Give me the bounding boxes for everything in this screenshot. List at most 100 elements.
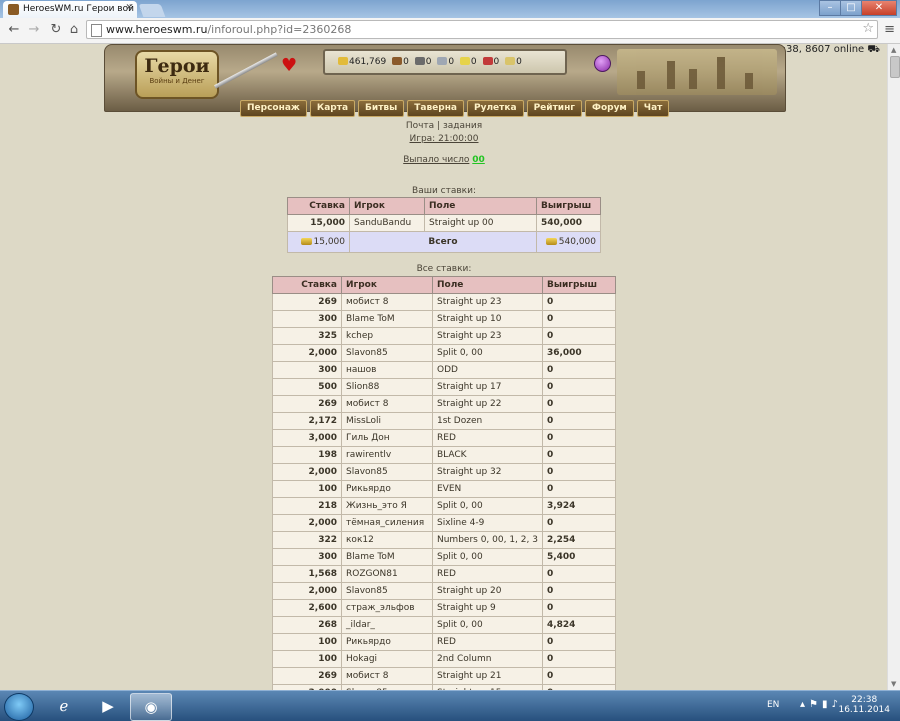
win-cell: 2,254 (541, 531, 617, 549)
stake-cell: 2,172 (272, 412, 342, 430)
nav-tavern[interactable]: Таверна (407, 100, 464, 117)
field-cell: Straight up 20 (432, 582, 543, 600)
mercury-icon (437, 57, 448, 65)
scroll-down-icon[interactable]: ▼ (891, 680, 896, 688)
close-window-icon[interactable]: ✕ (861, 0, 897, 16)
new-tab-button[interactable] (138, 4, 166, 17)
nav-chat[interactable]: Чат (636, 100, 670, 117)
nav-character[interactable]: Персонаж (240, 100, 307, 117)
forward-arrow-icon[interactable]: → (26, 22, 42, 38)
reload-icon[interactable]: ↻ (48, 22, 64, 38)
start-button[interactable] (4, 693, 34, 721)
field-cell: Straight up 9 (432, 599, 543, 617)
win-cell: 0 (541, 582, 617, 600)
result-label[interactable]: Выпало число (403, 155, 469, 165)
player-cell[interactable]: rawirentlv (341, 446, 433, 464)
total-row: 15,000 Всего 540,000 (287, 231, 601, 253)
address-bar[interactable]: www.heroeswm.ru/inforoul.php?id=2360268 … (86, 20, 878, 39)
player-cell[interactable]: нашов (341, 361, 433, 379)
player-cell[interactable]: Blame ToM (341, 548, 433, 566)
system-clock[interactable]: 22:38 16.11.2014 (838, 695, 890, 715)
result-row: Выпало число 00 (0, 155, 888, 165)
col-win: Выигрыш (541, 276, 617, 294)
col-field: Поле (424, 197, 537, 215)
player-cell[interactable]: kchep (341, 327, 433, 345)
window-controls: – □ ✕ (819, 0, 897, 16)
player-cell[interactable]: MissLoli (341, 412, 433, 430)
home-icon[interactable]: ⌂ (66, 22, 82, 38)
player-cell[interactable]: _ildar_ (341, 616, 433, 634)
player-cell[interactable]: Рикьярдо (341, 633, 433, 651)
tab-close-icon[interactable]: ✕ (125, 3, 133, 13)
nav-forum[interactable]: Форум (585, 100, 634, 117)
field-cell: RED (432, 633, 543, 651)
tray-icons[interactable]: ▴⚑▮♪ (800, 699, 842, 710)
player-cell[interactable]: мобист 8 (341, 667, 433, 685)
player-cell[interactable]: тёмная_силения (341, 514, 433, 532)
col-player: Игрок (341, 276, 433, 294)
total-stake-cell: 15,000 (287, 231, 350, 253)
win-cell: 0 (541, 327, 617, 345)
stake-cell: 2,000 (272, 582, 342, 600)
win-cell: 0 (541, 293, 617, 311)
result-number: 00 (472, 155, 485, 165)
tasks-link[interactable]: задания (443, 121, 482, 131)
clock-date: 16.11.2014 (838, 705, 890, 715)
scrollbar-thumb[interactable] (890, 56, 900, 78)
stake-cell: 300 (272, 361, 342, 379)
field-cell: EVEN (432, 480, 543, 498)
player-cell[interactable]: Blame ToM (341, 310, 433, 328)
table-row: 2,600 страж_эльфов Straight up 90 (272, 599, 617, 617)
player-cell[interactable]: Slion88 (341, 378, 433, 396)
minimize-icon[interactable]: – (819, 0, 841, 16)
player-cell[interactable]: Slavon85 (341, 582, 433, 600)
player-cell[interactable]: Hokagi (341, 650, 433, 668)
mail-link[interactable]: Почта (406, 121, 434, 131)
gems-icon (505, 57, 516, 65)
player-cell[interactable]: ROZGON81 (341, 565, 433, 583)
field-cell: RED (432, 565, 543, 583)
resources-panel: 461,769 0 0 0 0 0 0 (323, 49, 567, 75)
browser-menu-icon[interactable]: ≡ (884, 22, 895, 37)
scroll-up-icon[interactable]: ▲ (891, 46, 896, 54)
player-cell[interactable]: кок12 (341, 531, 433, 549)
player-cell[interactable]: Slavon85 (341, 463, 433, 481)
url-path: /inforoul.php?id=2360268 (207, 23, 352, 36)
field-cell: Split 0, 00 (432, 616, 543, 634)
table-row: 1,568 ROZGON81 RED 0 (272, 565, 617, 583)
player-cell[interactable]: Жизнь_это Я (341, 497, 433, 515)
links-separator: | (437, 121, 441, 131)
site-favicon-icon (8, 4, 19, 15)
player-cell[interactable]: Slavon85 (341, 344, 433, 362)
win-cell: 0 (541, 463, 617, 481)
player-cell[interactable]: Рикьярдо (341, 480, 433, 498)
stake-cell: 198 (272, 446, 342, 464)
nav-map[interactable]: Карта (309, 100, 356, 117)
back-arrow-icon[interactable]: ← (6, 22, 22, 38)
nav-rating[interactable]: Рейтинг (526, 100, 583, 117)
bookmark-star-icon[interactable]: ☆ (862, 21, 874, 36)
total-label: Всего (349, 231, 537, 253)
player-cell[interactable]: мобист 8 (341, 395, 433, 413)
game-time-row: Игра: 21:00:00 (0, 134, 888, 144)
game-logo[interactable]: Герои Войны и Денег (135, 50, 219, 99)
nav-roulette[interactable]: Рулетка (467, 100, 524, 117)
player-cell[interactable]: мобист 8 (341, 293, 433, 311)
nav-battles[interactable]: Битвы (358, 100, 405, 117)
game-time-link[interactable]: Игра: 21:00:00 (409, 134, 478, 144)
chrome-taskbar-icon[interactable]: ◉ (130, 693, 172, 721)
player-cell[interactable]: SanduBandu (349, 214, 425, 232)
table-row: 218 Жизнь_это Я Split 0, 00 3,924 (272, 497, 617, 515)
page-scrollbar[interactable]: ▲ ▼ (887, 44, 900, 690)
url-text[interactable]: www.heroeswm.ru/inforoul.php?id=2360268 (106, 23, 351, 36)
language-indicator[interactable]: EN (767, 700, 779, 710)
media-player-icon[interactable]: ▶ (88, 693, 128, 719)
browser-tab[interactable]: HeroesWM.ru Герои вой ✕ (3, 1, 137, 18)
internet-explorer-icon[interactable]: ℯ (44, 693, 84, 719)
player-cell[interactable]: Гиль Дон (341, 429, 433, 447)
online-icon: ⛟ (867, 44, 880, 55)
maximize-icon[interactable]: □ (840, 0, 862, 16)
total-win: 540,000 (558, 237, 596, 247)
table-row: 269 мобист 8 Straight up 21 0 (272, 667, 617, 685)
player-cell[interactable]: страж_эльфов (341, 599, 433, 617)
